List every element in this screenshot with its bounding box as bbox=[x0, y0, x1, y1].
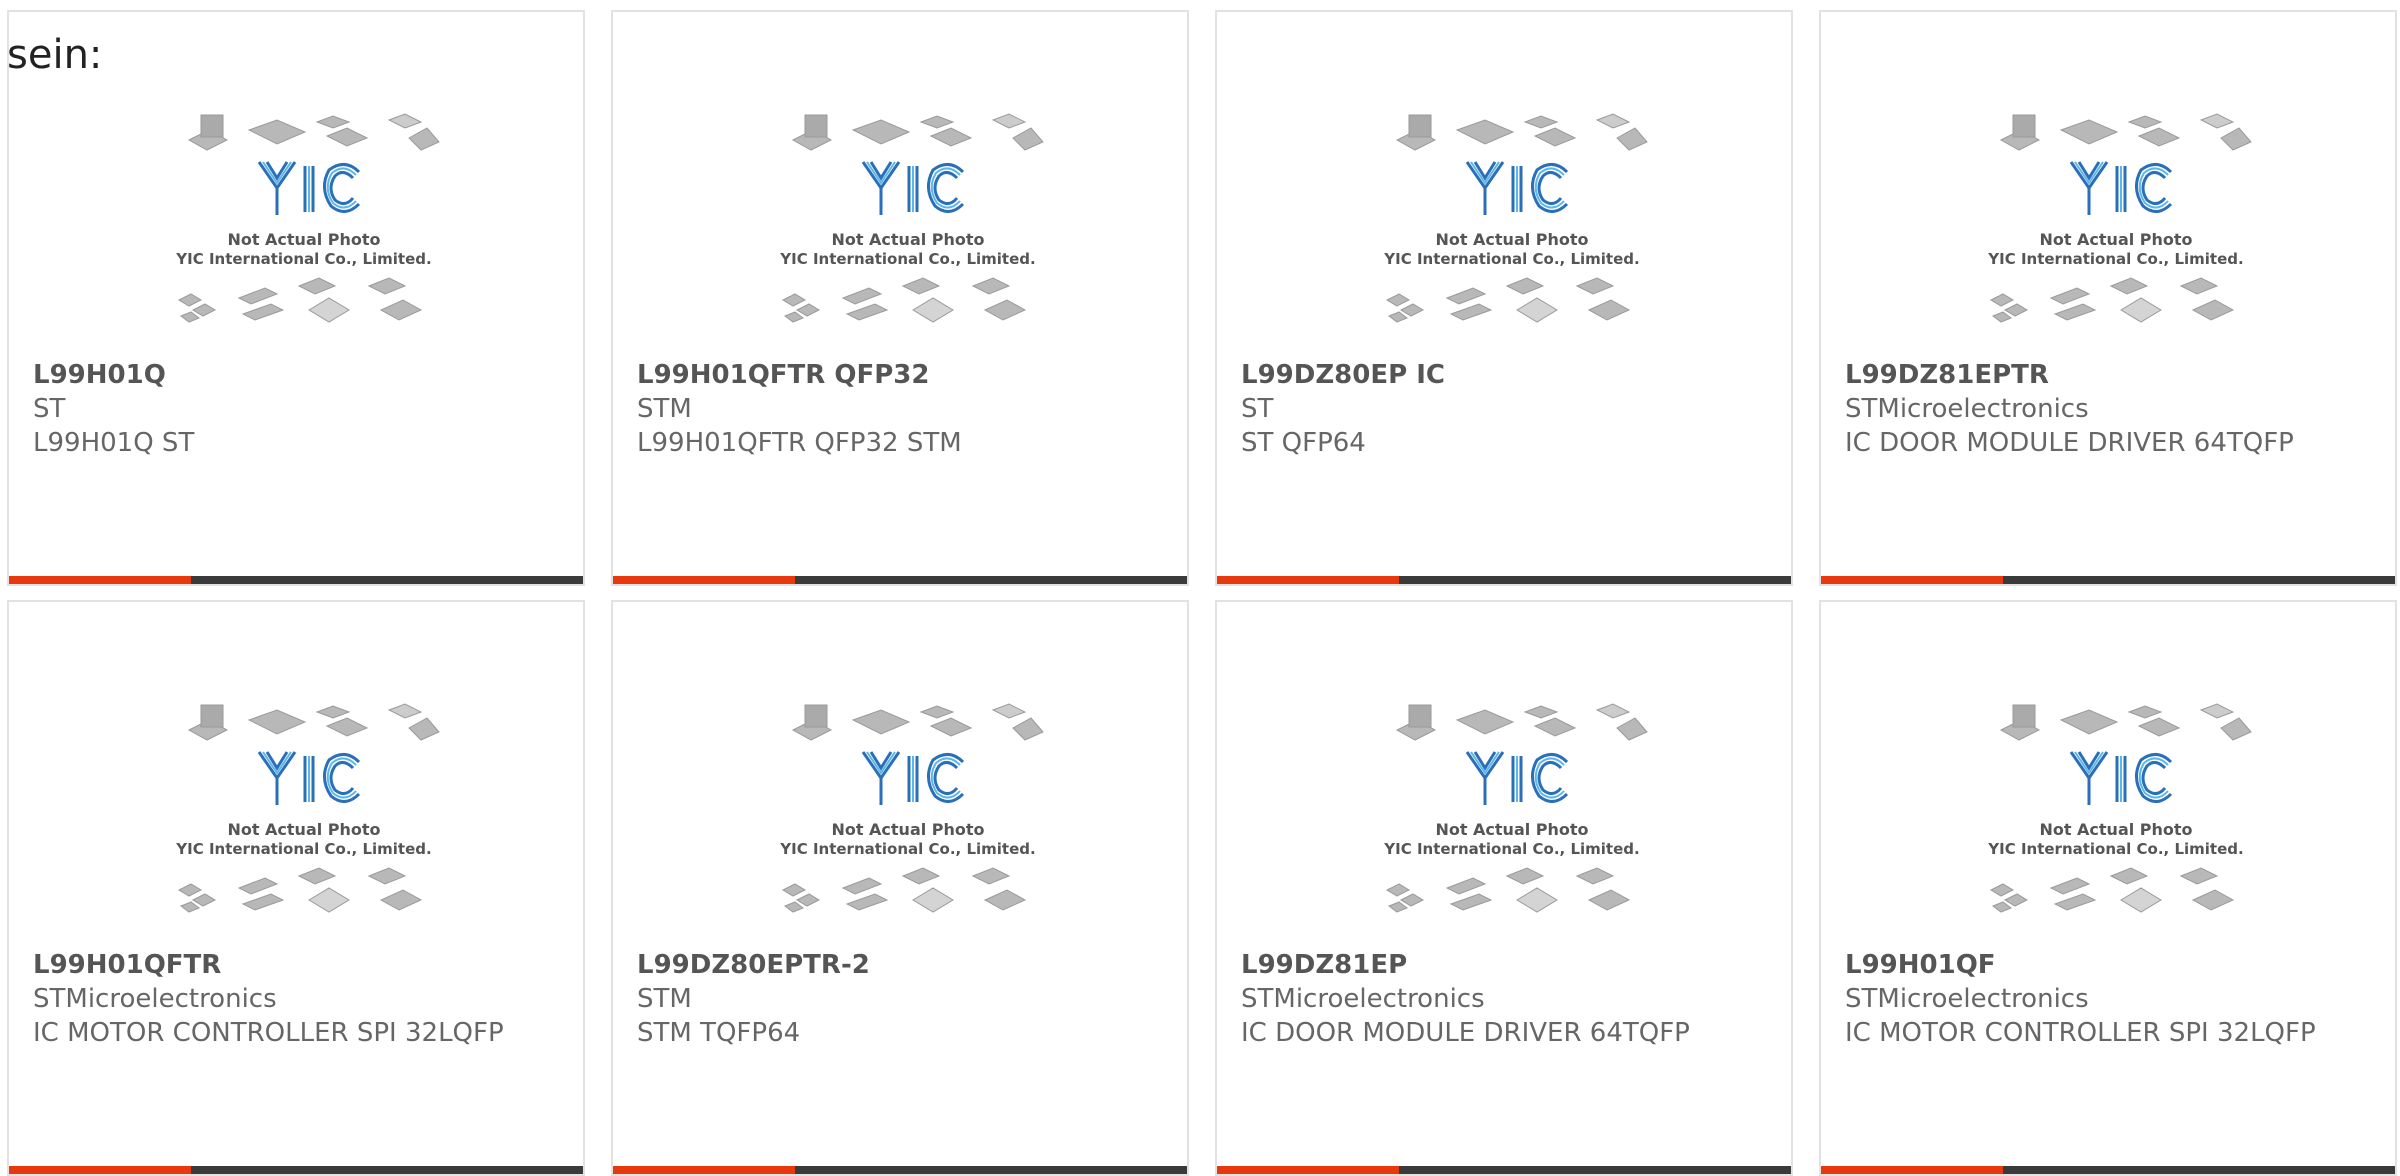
not-actual-photo-placeholder: Not Actual Photo YIC International Co., … bbox=[1987, 703, 2252, 913]
card-footer-accent bbox=[1217, 576, 1399, 584]
card-footer-accent bbox=[9, 1166, 191, 1174]
card-footer-accent bbox=[613, 576, 795, 584]
card-footer-accent bbox=[9, 576, 191, 584]
product-image[interactable]: Not Actual Photo YIC International Co., … bbox=[1971, 100, 2261, 352]
description: IC MOTOR CONTROLLER SPI 32LQFP bbox=[1845, 1018, 2316, 1048]
product-image[interactable]: Not Actual Photo YIC International Co., … bbox=[763, 690, 1053, 942]
placeholder-line-1: Not Actual Photo bbox=[1435, 820, 1588, 839]
description: IC DOOR MODULE DRIVER 64TQFP bbox=[1845, 428, 2294, 458]
product-info: L99DZ81EP STMicroelectronics IC DOOR MOD… bbox=[1241, 948, 1771, 1050]
description: IC DOOR MODULE DRIVER 64TQFP bbox=[1241, 1018, 1690, 1048]
card-footer-bar bbox=[1821, 576, 2395, 584]
description: STM TQFP64 bbox=[637, 1018, 801, 1048]
card-footer-bar bbox=[1217, 1166, 1791, 1174]
product-card[interactable]: Not Actual Photo YIC International Co., … bbox=[7, 600, 585, 1176]
manufacturer: ST bbox=[33, 394, 66, 424]
card-footer-bar bbox=[1821, 1166, 2395, 1174]
card-footer-accent bbox=[613, 1166, 795, 1174]
part-number[interactable]: L99H01QFTR QFP32 bbox=[637, 358, 1167, 392]
card-footer-accent bbox=[1821, 576, 2003, 584]
placeholder-line-2: YIC International Co., Limited. bbox=[175, 840, 431, 858]
product-image[interactable]: Not Actual Photo YIC International Co., … bbox=[1367, 100, 1657, 352]
card-footer-accent bbox=[1821, 1166, 2003, 1174]
manufacturer: STMicroelectronics bbox=[1845, 394, 2089, 424]
product-info: L99DZ81EPTR STMicroelectronics IC DOOR M… bbox=[1845, 358, 2375, 460]
product-info: L99H01QFTR QFP32 STM L99H01QFTR QFP32 ST… bbox=[637, 358, 1167, 460]
placeholder-line-1: Not Actual Photo bbox=[227, 230, 380, 249]
description: L99H01Q ST bbox=[33, 428, 195, 458]
placeholder-line-1: Not Actual Photo bbox=[2039, 230, 2192, 249]
placeholder-line-2: YIC International Co., Limited. bbox=[175, 250, 431, 268]
product-card[interactable]: Not Actual Photo YIC International Co., … bbox=[7, 10, 585, 586]
manufacturer: STM bbox=[637, 984, 692, 1014]
placeholder-line-2: YIC International Co., Limited. bbox=[1383, 250, 1639, 268]
placeholder-line-1: Not Actual Photo bbox=[831, 230, 984, 249]
not-actual-photo-placeholder: Not Actual Photo YIC International Co., … bbox=[1383, 703, 1648, 913]
not-actual-photo-placeholder: Not Actual Photo YIC International Co., … bbox=[1987, 113, 2252, 323]
manufacturer: STMicroelectronics bbox=[1845, 984, 2089, 1014]
product-card[interactable]: Not Actual Photo YIC International Co., … bbox=[611, 600, 1189, 1176]
not-actual-photo-placeholder: Not Actual Photo YIC International Co., … bbox=[175, 113, 440, 323]
not-actual-photo-placeholder: Not Actual Photo YIC International Co., … bbox=[175, 703, 440, 913]
part-number[interactable]: L99DZ80EP IC bbox=[1241, 358, 1771, 392]
placeholder-line-2: YIC International Co., Limited. bbox=[779, 250, 1035, 268]
placeholder-line-2: YIC International Co., Limited. bbox=[779, 840, 1035, 858]
lead-text: sein: bbox=[7, 32, 103, 78]
card-footer-bar bbox=[9, 576, 583, 584]
product-info: L99H01QFTR STMicroelectronics IC MOTOR C… bbox=[33, 948, 563, 1050]
product-image[interactable]: Not Actual Photo YIC International Co., … bbox=[763, 100, 1053, 352]
product-info: L99DZ80EP IC ST ST QFP64 bbox=[1241, 358, 1771, 460]
product-card[interactable]: Not Actual Photo YIC International Co., … bbox=[1819, 10, 2397, 586]
card-footer-bar bbox=[613, 1166, 1187, 1174]
part-number[interactable]: L99DZ80EPTR-2 bbox=[637, 948, 1167, 982]
product-card[interactable]: Not Actual Photo YIC International Co., … bbox=[1819, 600, 2397, 1176]
manufacturer: STMicroelectronics bbox=[33, 984, 277, 1014]
card-footer-bar bbox=[613, 576, 1187, 584]
part-number[interactable]: L99DZ81EPTR bbox=[1845, 358, 2375, 392]
part-number[interactable]: L99H01Q bbox=[33, 358, 563, 392]
product-info: L99H01Q ST L99H01Q ST bbox=[33, 358, 563, 460]
card-footer-bar bbox=[9, 1166, 583, 1174]
description: L99H01QFTR QFP32 STM bbox=[637, 428, 962, 458]
placeholder-line-2: YIC International Co., Limited. bbox=[1987, 250, 2243, 268]
part-number[interactable]: L99H01QF bbox=[1845, 948, 2375, 982]
placeholder-line-1: Not Actual Photo bbox=[2039, 820, 2192, 839]
placeholder-line-1: Not Actual Photo bbox=[1435, 230, 1588, 249]
placeholder-line-2: YIC International Co., Limited. bbox=[1383, 840, 1639, 858]
product-info: L99H01QF STMicroelectronics IC MOTOR CON… bbox=[1845, 948, 2375, 1050]
product-info: L99DZ80EPTR-2 STM STM TQFP64 bbox=[637, 948, 1167, 1050]
product-card[interactable]: Not Actual Photo YIC International Co., … bbox=[1215, 600, 1793, 1176]
not-actual-photo-placeholder: Not Actual Photo YIC International Co., … bbox=[779, 113, 1044, 323]
manufacturer: STMicroelectronics bbox=[1241, 984, 1485, 1014]
placeholder-line-1: Not Actual Photo bbox=[831, 820, 984, 839]
card-footer-accent bbox=[1217, 1166, 1399, 1174]
placeholder-line-1: Not Actual Photo bbox=[227, 820, 380, 839]
product-image[interactable]: Not Actual Photo YIC International Co., … bbox=[159, 690, 449, 942]
placeholder-line-2: YIC International Co., Limited. bbox=[1987, 840, 2243, 858]
manufacturer: ST bbox=[1241, 394, 1274, 424]
description: ST QFP64 bbox=[1241, 428, 1366, 458]
not-actual-photo-placeholder: Not Actual Photo YIC International Co., … bbox=[779, 703, 1044, 913]
product-image[interactable]: Not Actual Photo YIC International Co., … bbox=[1367, 690, 1657, 942]
description: IC MOTOR CONTROLLER SPI 32LQFP bbox=[33, 1018, 504, 1048]
product-card[interactable]: Not Actual Photo YIC International Co., … bbox=[1215, 10, 1793, 586]
card-footer-bar bbox=[1217, 576, 1791, 584]
product-image[interactable]: Not Actual Photo YIC International Co., … bbox=[159, 100, 449, 352]
manufacturer: STM bbox=[637, 394, 692, 424]
not-actual-photo-placeholder: Not Actual Photo YIC International Co., … bbox=[1383, 113, 1648, 323]
part-number[interactable]: L99H01QFTR bbox=[33, 948, 563, 982]
part-number[interactable]: L99DZ81EP bbox=[1241, 948, 1771, 982]
product-image[interactable]: Not Actual Photo YIC International Co., … bbox=[1971, 690, 2261, 942]
product-card[interactable]: Not Actual Photo YIC International Co., … bbox=[611, 10, 1189, 586]
